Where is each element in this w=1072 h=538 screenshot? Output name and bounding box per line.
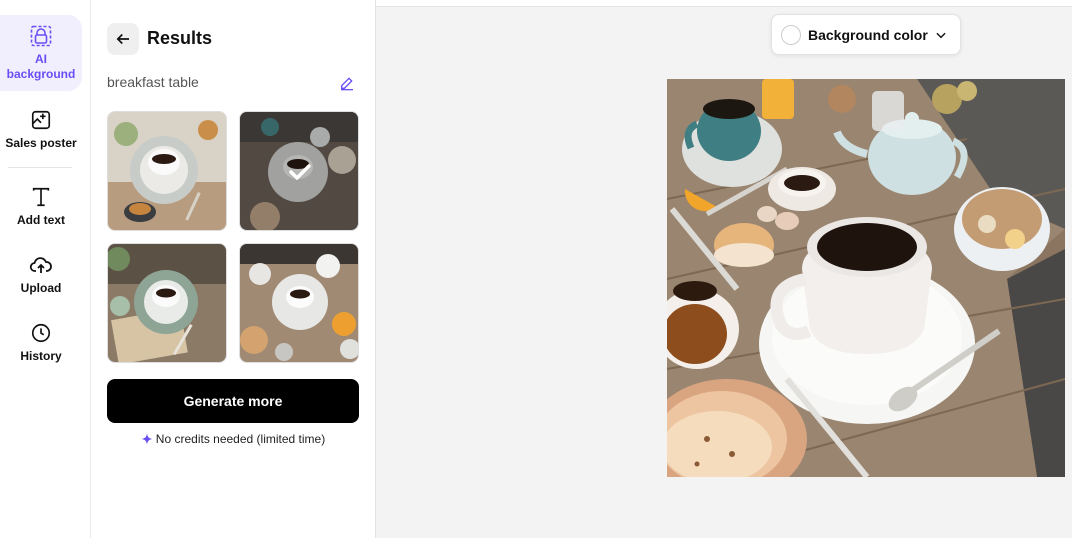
panel-title: Results (147, 28, 213, 48)
rail-item-add-text[interactable]: Add text (0, 185, 82, 228)
breakfast-table-photo (667, 79, 1065, 477)
rail-item-label: History (20, 349, 62, 363)
prompt-text: breakfast table (107, 74, 199, 90)
arrow-left-icon (116, 33, 129, 45)
rail-item-label: Add text (17, 213, 65, 227)
result-image (108, 112, 226, 230)
edit-prompt-button[interactable] (339, 75, 355, 91)
rail-item-label: Sales poster (5, 136, 77, 150)
upload-cloud-icon (29, 253, 53, 277)
rail-item-ai-background[interactable]: AI background (0, 15, 82, 91)
background-color-label: Background color (808, 26, 928, 43)
result-thumbnail-4[interactable] (239, 243, 359, 363)
text-icon (29, 185, 53, 209)
back-button[interactable] (107, 23, 139, 55)
rail-item-history[interactable]: History (0, 321, 82, 364)
result-image (108, 244, 226, 362)
results-panel: Results breakfast table Generate more No… (91, 0, 376, 538)
credits-note-text: No credits needed (limited time) (155, 432, 326, 446)
background-color-select[interactable]: Background color (771, 14, 961, 55)
ai-background-icon (29, 24, 53, 48)
generate-more-button[interactable]: Generate more (107, 379, 359, 423)
rail-item-label: Upload (20, 281, 62, 295)
main-preview-image[interactable] (667, 79, 1065, 477)
color-swatch (781, 24, 801, 45)
tool-rail: AI background Sales poster Add text Uplo… (0, 0, 91, 538)
sparkle-icon (141, 433, 153, 445)
result-image (240, 244, 358, 362)
pencil-icon (341, 77, 353, 91)
credits-note: No credits needed (limited time) (107, 432, 359, 446)
rail-item-label: AI background (6, 52, 76, 81)
clock-icon (29, 321, 53, 345)
result-thumbnail-3[interactable] (107, 243, 227, 363)
top-bar (376, 0, 1072, 7)
rail-item-sales-poster[interactable]: Sales poster (0, 108, 82, 151)
rail-divider (8, 167, 72, 168)
sales-poster-icon (29, 108, 53, 132)
rail-item-upload[interactable]: Upload (0, 253, 82, 296)
result-thumbnail-2[interactable] (239, 111, 359, 231)
result-thumbnail-1[interactable] (107, 111, 227, 231)
chevron-down-icon (936, 32, 946, 39)
selected-check-icon (289, 164, 311, 180)
